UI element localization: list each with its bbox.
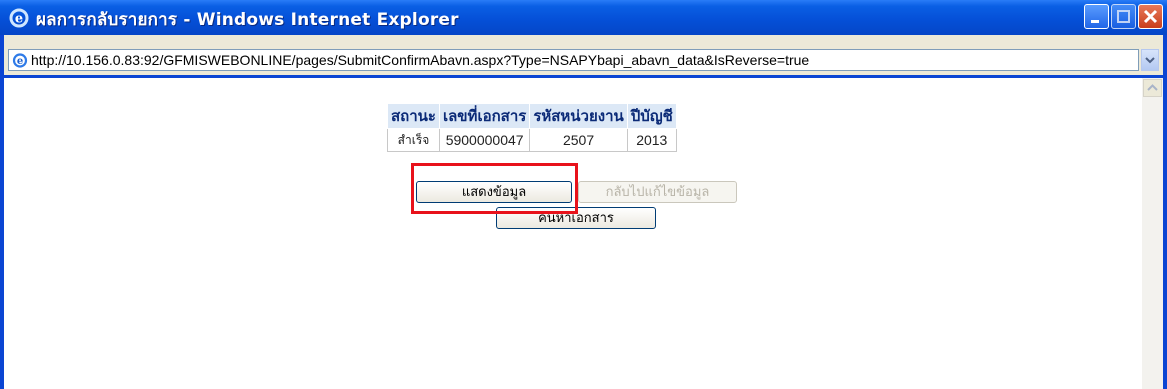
table-row: สำเร็จ 5900000047 2507 2013 (387, 128, 677, 152)
address-bar: e http://10.156.0.83:92/GFMISWEBONLINE/p… (4, 35, 1163, 75)
chevron-up-icon (1147, 84, 1158, 91)
ie-page-icon: e (12, 52, 28, 68)
title-bar[interactable]: e ผลการกลับรายการ - Windows Internet Exp… (0, 0, 1167, 35)
address-field[interactable]: e http://10.156.0.83:92/GFMISWEBONLINE/p… (8, 49, 1139, 71)
maximize-icon (1117, 10, 1130, 23)
close-icon (1143, 9, 1158, 24)
cell-agency-code: 2507 (529, 128, 628, 152)
maximize-button[interactable] (1111, 4, 1136, 29)
cell-fiscal-year: 2013 (626, 128, 677, 152)
close-button[interactable] (1138, 4, 1163, 29)
ie-icon: e (9, 8, 29, 28)
column-header-agency-code: รหัสหน่วยงาน (529, 103, 628, 129)
minimize-icon (1091, 20, 1099, 23)
show-data-button[interactable]: แสดงข้อมูล (416, 181, 572, 203)
page-content: สถานะ เลขที่เอกสาร รหัสหน่วยงาน ปีบัญชี … (4, 78, 1142, 389)
window-title: ผลการกลับรายการ - Windows Internet Explo… (36, 10, 459, 30)
column-header-fiscal-year: ปีบัญชี (626, 103, 677, 129)
minimize-button[interactable] (1084, 4, 1109, 29)
vertical-scrollbar[interactable] (1142, 78, 1163, 389)
chevron-down-icon (1145, 57, 1155, 64)
result-table: สถานะ เลขที่เอกสาร รหัสหน่วยงาน ปีบัญชี … (387, 103, 677, 152)
address-dropdown-button[interactable] (1141, 49, 1159, 71)
cell-status: สำเร็จ (387, 128, 440, 152)
table-header-row: สถานะ เลขที่เอกสาร รหัสหน่วยงาน ปีบัญชี (387, 103, 677, 129)
svg-text:e: e (15, 12, 23, 27)
address-url: http://10.156.0.83:92/GFMISWEBONLINE/pag… (31, 52, 810, 68)
back-to-edit-button[interactable]: กลับไปแก้ไขข้อมูล (578, 181, 737, 203)
svg-text:e: e (17, 56, 23, 67)
column-header-document-number: เลขที่เอกสาร (438, 103, 531, 129)
scroll-up-button[interactable] (1143, 79, 1162, 97)
search-document-button[interactable]: ค้นหาเอกสาร (496, 207, 656, 229)
cell-document-number: 5900000047 (438, 128, 531, 152)
browser-window: e ผลการกลับรายการ - Windows Internet Exp… (0, 0, 1167, 389)
column-header-status: สถานะ (387, 103, 440, 129)
